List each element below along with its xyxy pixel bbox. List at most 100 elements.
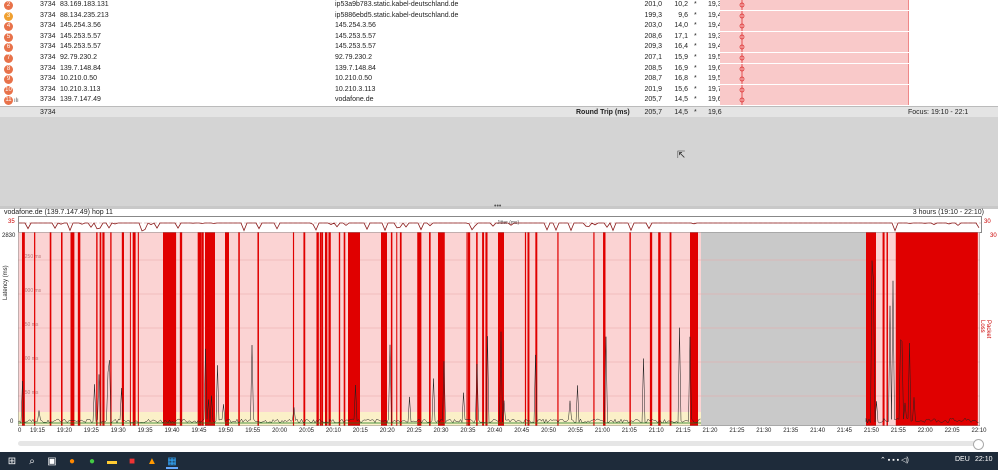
- hop-asn: 3734: [40, 75, 56, 83]
- search-icon[interactable]: ⌕: [26, 455, 38, 467]
- grid-label: 1250 ms: [22, 254, 42, 260]
- hop-row[interactable]: 2 3734 83.169.183.131 ip53a9b783.static.kab…: [0, 0, 998, 11]
- hop-row[interactable]: 5 3734 145.253.5.57 145.253.5.57 208,6 17,1 * 1…: [0, 31, 998, 43]
- hop-row[interactable]: 7 3734 92.79.230.2 92.79.230.2 207,1 15,9 * 19,…: [0, 53, 998, 64]
- hop-row[interactable]: 3 3734 88.134.235.213 ip5886ebd5.static.kab…: [0, 10, 998, 22]
- chrome-icon[interactable]: ●: [86, 455, 98, 467]
- windows-start-icon[interactable]: ⊞: [6, 455, 18, 467]
- grid-label: 1000 ms: [22, 288, 42, 294]
- clock[interactable]: 22:10: [975, 456, 993, 463]
- hop-table: 2 3734 83.169.183.131 ip53a9b783.static.kab…: [0, 0, 998, 106]
- x-tick-label: 21:25: [729, 428, 745, 434]
- time-range-selector[interactable]: 3 hours (19:10 - 22:10): [913, 209, 984, 216]
- x-tick-label: 19:20: [56, 428, 72, 434]
- hop-row[interactable]: 9 3734 10.210.0.50 10.210.0.50 208,7 16,8 * 19,…: [0, 74, 998, 85]
- firefox-icon[interactable]: ●: [66, 455, 78, 467]
- x-tick-label: 20:45: [514, 428, 530, 434]
- hop-ip: 139.7.148.84: [60, 64, 101, 72]
- x-tick-label: 21:35: [783, 428, 799, 434]
- x-tick-label: 20:40: [487, 428, 503, 434]
- hop-name: 10.210.0.50: [335, 75, 372, 83]
- hop-min: 10,2: [674, 1, 688, 8]
- panel-splitter[interactable]: •••: [0, 203, 998, 210]
- hop-min: 9,6: [678, 11, 688, 19]
- hop-sparkline: [720, 84, 909, 95]
- hop-number: 6: [4, 43, 13, 53]
- hop-ip: 145.253.5.57: [60, 43, 101, 51]
- hop-name: ip5886ebd5.static.kabel-deutschland.de: [335, 11, 459, 19]
- hop-avg: 199,3: [644, 11, 662, 19]
- hop-ip: 88.134.235.213: [60, 11, 109, 19]
- language-indicator[interactable]: DEU: [955, 456, 970, 463]
- hop-name: 139.7.148.84: [335, 64, 376, 72]
- hop-cur: *: [694, 96, 697, 104]
- latency-chart-svg: 1250 ms1000 ms750 ms500 ms250 ms: [17, 231, 981, 427]
- hop-cur: *: [694, 32, 697, 40]
- x-tick-label: 21:50: [863, 428, 879, 434]
- x-tick-label: 21:45: [837, 428, 853, 434]
- scroll-handle[interactable]: [973, 439, 984, 450]
- x-tick-label: 20:55: [568, 428, 584, 434]
- x-tick-label: 20:30: [433, 428, 449, 434]
- y2-axis-top: 30: [990, 233, 997, 239]
- hop-min: 16,9: [674, 64, 688, 72]
- graph-title: vodafone.de (139.7.147.49) hop 11: [4, 209, 113, 216]
- hop-row[interactable]: 11 3734 139.7.147.49 vodafone.de 205,7 14,5 * 1…: [0, 95, 998, 106]
- x-tick-label: 21:15: [675, 428, 691, 434]
- hop-asn: 3734: [40, 32, 56, 40]
- hop-number: 2: [4, 1, 13, 10]
- hop-name: 10.210.3.113: [335, 85, 376, 93]
- vlc-icon[interactable]: ▲: [146, 455, 158, 467]
- x-tick-label: 20:25: [406, 428, 422, 434]
- pingplotter-icon[interactable]: ▦: [166, 455, 178, 469]
- hop-cur: *: [694, 1, 697, 8]
- hop-sparkline: [720, 31, 909, 42]
- hop-sparkline: [720, 42, 909, 53]
- hop-avg: 209,3: [644, 43, 662, 51]
- x-tick-label: 19:50: [218, 428, 234, 434]
- hop-row[interactable]: 6 3734 145.253.5.57 145.253.5.57 209,3 16,4 * 1…: [0, 42, 998, 53]
- x-tick-label: 20:15: [352, 428, 368, 434]
- hop-asn: 3734: [40, 1, 56, 8]
- x-tick-label: 21:30: [756, 428, 772, 434]
- x-tick-label: 20:00: [272, 428, 288, 434]
- x-tick-label: 21:40: [810, 428, 826, 434]
- hop-row[interactable]: 10 3734 10.210.3.113 10.210.3.113 201,9 15,6 *…: [0, 84, 998, 96]
- x-tick-label: 19:15: [30, 428, 46, 434]
- loss-block: [225, 232, 229, 426]
- file-explorer-icon[interactable]: ▬: [106, 455, 118, 467]
- x-tick-label: 22:05: [944, 428, 960, 434]
- hop-min: 17,1: [674, 32, 688, 40]
- hop-avg: 203,0: [644, 22, 662, 30]
- time-scrollbar[interactable]: [18, 439, 984, 450]
- app-icon-red[interactable]: ■: [126, 455, 138, 467]
- hop-avg: 208,5: [644, 64, 662, 72]
- hop-sparkline: [720, 74, 909, 85]
- hop-cur: *: [694, 85, 697, 93]
- hop-sparkline: [720, 21, 909, 32]
- hop-number: 8: [4, 64, 13, 74]
- x-tick-label: 22:00: [917, 428, 933, 434]
- hop-asn: 3734: [40, 85, 56, 93]
- hop-sparkline: [720, 10, 909, 21]
- hop-name: 92.79.230.2: [335, 54, 372, 61]
- jitter-strip-svg: Jitter (ms): [19, 220, 981, 232]
- hop-sparkline: [720, 0, 909, 10]
- hop-cur: *: [694, 11, 697, 19]
- x-tick-label: 21:05: [621, 428, 637, 434]
- hop-min: 14,5: [674, 96, 688, 104]
- hop-number: 3: [4, 11, 13, 21]
- x-tick-label: 19:35: [137, 428, 153, 434]
- hop-asn: 3734: [40, 43, 56, 51]
- hop-row[interactable]: 4 3734 145.254.3.56 145.254.3.56 203,0 14,0 * 1…: [0, 21, 998, 32]
- hop-avg: 208,7: [644, 75, 662, 83]
- hop-sparkline: [720, 95, 909, 106]
- y-axis-label: Latency (ms): [3, 265, 9, 300]
- hop-avg: 207,1: [644, 54, 662, 61]
- x-tick-label: 21:55: [890, 428, 906, 434]
- taskbar: ⊞ ⌕ ▣ ● ● ▬ ■ ▲ ▦ ⌃ ▪ ▪ ▪ ◁) DEU 22:10: [0, 452, 998, 470]
- task-view-icon[interactable]: ▣: [46, 455, 58, 467]
- tray-icons[interactable]: ⌃ ▪ ▪ ▪ ◁): [880, 456, 909, 464]
- hop-row[interactable]: 8 3734 139.7.148.84 139.7.148.84 208,5 16,9 * 1…: [0, 63, 998, 75]
- hop-cur: *: [694, 54, 697, 61]
